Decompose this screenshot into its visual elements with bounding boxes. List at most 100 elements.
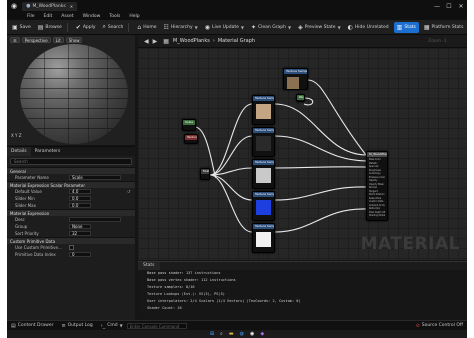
output-pin[interactable]: World Position Offset	[369, 193, 385, 197]
node-multiply[interactable]: Multiply	[200, 168, 210, 180]
breadcrumb-graph[interactable]: Material Graph	[218, 38, 255, 44]
file-explorer-icon[interactable]: ▬	[229, 331, 234, 337]
menu-help[interactable]: Help	[129, 14, 139, 19]
tab-close-icon[interactable]: ✕	[70, 4, 73, 9]
content-drawer-button[interactable]: ▤ Content Drawer	[11, 323, 53, 329]
node-texcoord[interactable]: TexCoord	[184, 134, 198, 144]
start-icon[interactable]: ⊞	[210, 331, 214, 337]
unreal-app-icon[interactable]: ◉	[250, 331, 254, 337]
output-pin[interactable]: Custom Data	[369, 200, 385, 204]
minimize-button[interactable]: —	[431, 3, 443, 10]
reset-icon[interactable]: ↺	[127, 188, 130, 195]
wire	[209, 103, 253, 176]
node-title: Texture Sample	[253, 128, 274, 133]
toolbar: ▣ Save ▤ Browse ✔ Apply ⌕ Search ⌂ Home ☷ Hier…	[7, 20, 467, 35]
clean-graph-button[interactable]: ✦ Clean Graph ▼	[249, 22, 293, 33]
node-texture-sample-2[interactable]: Texture Sample	[252, 127, 275, 157]
section-custom-primitive[interactable]: Custom Primitive Data	[7, 237, 135, 244]
material-icon: ●	[26, 3, 31, 9]
sort-priority-field[interactable]: 32	[69, 231, 91, 236]
tab-details[interactable]: Details	[7, 147, 31, 156]
perspective-button[interactable]: Perspective	[21, 37, 51, 43]
hierarchy-button[interactable]: ☷ Hierarchy ▼	[161, 22, 199, 33]
home-button[interactable]: ⌂ Home	[135, 22, 158, 33]
output-log-button[interactable]: ≡ Output Log	[61, 323, 92, 329]
asset-tab[interactable]: ● M_WoodPlanks ✕	[22, 1, 78, 11]
output-pin[interactable]: Shading Model	[369, 214, 385, 218]
back-arrow-icon[interactable]: ◀	[144, 38, 149, 45]
chevron-down-icon: ▼	[337, 24, 341, 30]
stats-icon: ▥	[396, 23, 403, 31]
platform-stats-label: Platform Stats	[431, 24, 464, 30]
primitive-index-field[interactable]: 0	[69, 252, 91, 257]
node-texture-sample-1[interactable]: Texture Sample	[252, 95, 275, 125]
status-bar: ▤ Content Drawer ≡ Output Log ›_ Cmd ▼ E…	[7, 320, 467, 330]
taskbar-search-icon[interactable]: ⌕	[220, 331, 223, 337]
stats-button[interactable]: ▥ Stats	[393, 21, 419, 33]
preview-sphere	[20, 44, 128, 144]
slider-max-field[interactable]: 0.0	[69, 203, 91, 208]
group-dropdown[interactable]: None	[69, 224, 91, 229]
cmd-dropdown[interactable]: ›_ Cmd ▼	[101, 323, 123, 329]
search-button[interactable]: ⌕ Search	[101, 22, 126, 33]
menu-window[interactable]: Window	[83, 14, 101, 19]
live-update-button[interactable]: ◉ Live Update ▼	[203, 22, 246, 33]
home-label: Home	[143, 24, 157, 30]
preview-state-button[interactable]: ◈ Preview State ▼	[296, 22, 343, 33]
desc-field[interactable]	[69, 217, 121, 222]
slider-min-label: Slider Min	[15, 196, 35, 201]
details-search-input[interactable]: Search	[10, 158, 132, 165]
parameter-name-field[interactable]: Scale	[69, 175, 121, 180]
show-button[interactable]: Show	[65, 37, 83, 43]
menu-edit[interactable]: Edit	[44, 14, 53, 19]
material-preview-viewport[interactable]: ☰ Perspective Lit Show X Y Z	[7, 35, 135, 145]
slider-min-field[interactable]: 0.0	[69, 196, 91, 201]
default-value-field[interactable]: 4.0	[69, 189, 91, 194]
tab-stats[interactable]: Stats	[138, 262, 160, 270]
platform-stats-button[interactable]: ▦ Platform Stats	[422, 22, 466, 33]
source-control-button[interactable]: ⊘ Source Control Off	[416, 323, 463, 329]
lit-button[interactable]: Lit	[52, 37, 64, 43]
tab-parameters[interactable]: Parameters	[31, 147, 65, 156]
output-log-label: Output Log	[67, 323, 93, 328]
menu-asset[interactable]: Asset	[61, 14, 73, 19]
viewport-menu-button[interactable]: ☰	[10, 37, 20, 43]
section-general[interactable]: General	[7, 167, 135, 174]
stats-line: Texture samplers: 8/16	[147, 285, 195, 289]
node-param-small[interactable]: Param	[296, 94, 305, 102]
node-title: Texture Sample	[253, 96, 274, 101]
close-button[interactable]: ✕	[455, 3, 467, 10]
app-icon[interactable]: ◆	[260, 331, 264, 337]
node-scale-param[interactable]: Scale	[182, 119, 196, 131]
use-custom-primitive-checkbox[interactable]	[69, 245, 74, 250]
console-command-input[interactable]: Enter Console Command	[126, 322, 187, 329]
node-texture-sample-5[interactable]: Texture Sample	[252, 223, 275, 253]
menu-bar: File Edit Asset Window Tools Help	[7, 12, 467, 20]
details-panel: Details Parameters Search General Parame…	[7, 146, 135, 320]
browse-button[interactable]: ▤ Browse	[36, 22, 64, 33]
desc-label: Desc	[15, 217, 25, 222]
sort-priority-row: Sort Priority 32	[7, 230, 135, 237]
node-material-output[interactable]: M_WoodPlanks Base ColorMetallicSpecularR…	[366, 151, 388, 221]
stats-tab-bar: Stats	[138, 262, 467, 270]
browser-icon[interactable]: ◍	[240, 331, 244, 337]
menu-tools[interactable]: Tools	[109, 14, 120, 19]
node-title: Texture Sample	[253, 224, 274, 229]
node-texture-sample-3[interactable]: Texture Sample	[252, 159, 275, 189]
breadcrumb-asset[interactable]: M_WoodPlanks	[173, 38, 210, 44]
node-texture-sample-top[interactable]: Texture Sample	[283, 68, 308, 90]
apply-button[interactable]: ✔ Apply	[74, 22, 98, 33]
parameter-name-row: Parameter Name Scale	[7, 174, 135, 181]
menu-file[interactable]: File	[27, 14, 35, 19]
forward-arrow-icon[interactable]: ▶	[153, 38, 158, 45]
material-graph-canvas[interactable]: Scale TexCoord Multiply Texture Sample P…	[138, 48, 467, 260]
hide-unrelated-button[interactable]: ◐ Hide Unrelated	[346, 22, 391, 33]
node-title: Texture Sample	[253, 160, 274, 165]
save-button[interactable]: ▣ Save	[10, 22, 33, 33]
node-texture-sample-4[interactable]: Texture Sample	[252, 191, 275, 221]
maximize-button[interactable]: ☐	[443, 3, 455, 10]
section-scalar-parameter[interactable]: Material Expression Scalar Parameter	[7, 181, 135, 188]
search-label: Search	[107, 24, 124, 30]
wire	[274, 208, 367, 233]
section-material-expression[interactable]: Material Expression	[7, 209, 135, 216]
